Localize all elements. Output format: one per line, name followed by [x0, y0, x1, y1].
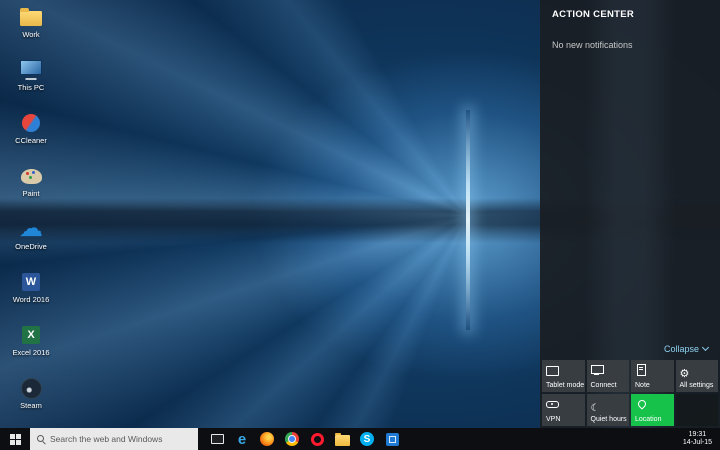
tile-tablet-mode[interactable]: Tablet mode: [542, 360, 585, 392]
note-icon: [635, 364, 648, 376]
windows-desktop: Work This PC CCleaner Paint OneDrive Wor…: [0, 0, 720, 450]
desktop-icon-label: CCleaner: [15, 136, 47, 145]
chrome-icon: [285, 432, 299, 446]
tile-empty: [675, 394, 718, 426]
desktop-icon-label: Steam: [20, 401, 42, 410]
desktop-icon-excel[interactable]: Excel 2016: [7, 323, 55, 357]
desktop-icon-steam[interactable]: Steam: [7, 376, 55, 410]
search-input[interactable]: [50, 434, 192, 444]
desktop-icon-label: OneDrive: [15, 242, 47, 251]
tablet-mode-icon: [546, 364, 559, 376]
taskbar: 19:31 14-Jul-15: [0, 428, 720, 450]
desktop-icon-paint[interactable]: Paint: [7, 164, 55, 198]
collapse-link[interactable]: Collapse: [663, 343, 710, 354]
vpn-icon: [546, 398, 559, 410]
skype-icon: [360, 432, 374, 446]
desktop-icon-word[interactable]: Word 2016: [7, 270, 55, 304]
start-button[interactable]: [0, 428, 30, 450]
taskbar-app-skype[interactable]: [359, 428, 375, 450]
desktop-icon-label: This PC: [17, 83, 45, 92]
file-explorer-icon: [334, 432, 350, 446]
firefox-icon: [260, 432, 274, 446]
taskbar-app-edge[interactable]: [234, 428, 250, 450]
tile-connect[interactable]: Connect: [586, 360, 629, 392]
quiet-hours-moon-icon: [591, 398, 604, 410]
wallpaper-light-window: [466, 110, 470, 330]
this-pc-icon: [18, 58, 44, 82]
windows-logo-icon: [9, 433, 21, 445]
opera-icon: [310, 432, 324, 446]
system-tray: 19:31 14-Jul-15: [683, 431, 720, 447]
tile-note[interactable]: Note: [631, 360, 674, 392]
taskbar-app-firefox[interactable]: [259, 428, 275, 450]
tile-vpn[interactable]: VPN: [542, 394, 585, 426]
tile-all-settings[interactable]: All settings: [675, 360, 718, 392]
ccleaner-icon: [18, 111, 44, 135]
word-icon: [18, 270, 44, 294]
taskbar-app-file-explorer[interactable]: [334, 428, 350, 450]
chevron-down-icon: [701, 343, 710, 352]
desktop-icon-label: Excel 2016: [12, 348, 50, 357]
location-pin-icon: [635, 398, 648, 410]
desktop-icon-work[interactable]: Work: [7, 5, 55, 39]
notification-status: No new notifications: [552, 40, 633, 50]
search-icon: [36, 434, 46, 444]
clock-date: 14-Jul-15: [682, 439, 712, 446]
paint-icon: [18, 164, 44, 188]
desktop-icon-this-pc[interactable]: This PC: [7, 58, 55, 92]
desktop-icon-label: Paint: [22, 189, 40, 198]
desktop-icon-ccleaner[interactable]: CCleaner: [7, 111, 55, 145]
desktop-icon-label: Work: [22, 30, 40, 39]
taskbar-clock[interactable]: 19:31 14-Jul-15: [683, 431, 712, 447]
folder-icon: [18, 5, 44, 29]
tile-quiet-hours[interactable]: Quiet hours: [586, 394, 629, 426]
tile-location[interactable]: Location: [631, 394, 674, 426]
clock-time: 19:31: [688, 431, 707, 438]
connect-icon: [590, 364, 604, 376]
taskbar-app-opera[interactable]: [309, 428, 325, 450]
taskbar-search[interactable]: [30, 428, 198, 450]
onedrive-cloud-icon: [18, 217, 44, 241]
task-view-icon: [210, 434, 224, 444]
action-center-panel: ACTION CENTER No new notifications Colla…: [540, 0, 720, 428]
collapse-label: Collapse: [663, 344, 699, 354]
taskbar-app-chrome[interactable]: [284, 428, 300, 450]
action-center-title: ACTION CENTER: [552, 9, 635, 20]
desktop-icon-label: Word 2016: [12, 295, 50, 304]
desktop-icon-onedrive[interactable]: OneDrive: [7, 217, 55, 251]
task-view-button[interactable]: [208, 428, 226, 450]
desktop-icon-column: Work This PC CCleaner Paint OneDrive Wor…: [7, 5, 55, 410]
quick-actions-grid: Tablet mode Connect Note All settings VP…: [542, 360, 718, 426]
settings-gear-icon: [680, 364, 693, 376]
taskbar-app-store[interactable]: [384, 428, 400, 450]
store-icon: [385, 432, 399, 446]
taskbar-apps: [234, 428, 400, 450]
steam-icon: [18, 376, 44, 400]
edge-icon: [238, 432, 246, 447]
excel-icon: [18, 323, 44, 347]
